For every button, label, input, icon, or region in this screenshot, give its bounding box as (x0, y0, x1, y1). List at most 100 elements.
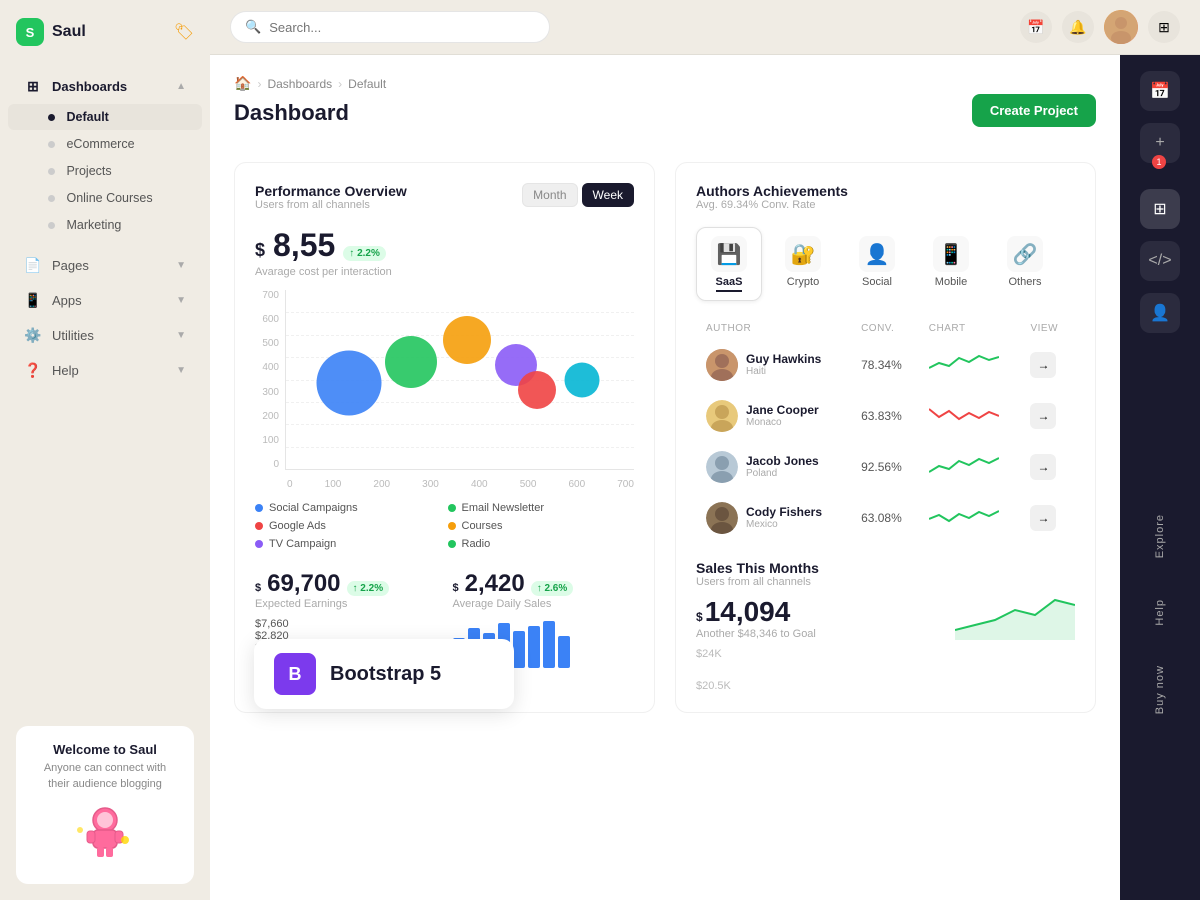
social-icon: 👤 (859, 236, 895, 272)
sidebar-item-label-pages: Pages (52, 258, 89, 273)
welcome-card: Welcome to Saul Anyone can connect with … (16, 726, 194, 884)
topbar-notification-icon[interactable]: 🔔 (1062, 11, 1094, 43)
table-row: Jane Cooper Monaco 63.83% (698, 391, 1073, 440)
bubble-radio (564, 362, 599, 397)
sidebar-item-dashboards[interactable]: ⊞ Dashboards ▲ (8, 69, 202, 103)
page-header-row: 🏠 › Dashboards › Default Dashboard Creat… (234, 75, 1096, 146)
chart-area (285, 290, 634, 470)
pages-icon: 📄 (24, 256, 42, 274)
sidebar-subitem-default[interactable]: Default (8, 104, 202, 130)
sales-chart (955, 560, 1075, 640)
table-row: Guy Hawkins Haiti 78.34% (698, 340, 1073, 389)
authors-achievements-card: Authors Achievements Avg. 69.34% Conv. R… (675, 162, 1096, 713)
chevron-down-help-icon: ▼ (176, 365, 186, 376)
author-name: Guy Hawkins (746, 352, 821, 366)
daily-sales-badge: ↑ 2.6% (531, 581, 574, 596)
legend-courses: Courses (448, 520, 635, 532)
chart-x-labels: 0 100 200 300 400 500 600 700 (287, 479, 634, 490)
view-button-guy[interactable]: → (1030, 352, 1056, 378)
nav-dot-courses (48, 195, 55, 202)
astronaut-illustration (65, 800, 145, 860)
apps-icon: 📱 (24, 291, 42, 309)
authors-table: AUTHOR CONV. CHART VIEW (696, 317, 1075, 544)
legend-google: Google Ads (255, 520, 442, 532)
earnings-label: Expected Earnings (255, 598, 437, 610)
author-tab-social[interactable]: 👤 Social (844, 227, 910, 301)
app-name: Saul (52, 23, 86, 41)
rp-calendar-icon[interactable]: 📅 (1140, 71, 1180, 111)
others-icon: 🔗 (1007, 236, 1043, 272)
sidebar-subitem-projects[interactable]: Projects (8, 158, 202, 184)
view-button-jane[interactable]: → (1030, 403, 1056, 429)
performance-title: Performance Overview (255, 183, 407, 199)
bootstrap-label: Bootstrap 5 (330, 663, 441, 686)
author-tab-mobile[interactable]: 📱 Mobile (918, 227, 984, 301)
crypto-icon: 🔐 (785, 236, 821, 272)
rp-code-icon[interactable]: </> (1140, 241, 1180, 281)
breadcrumb-dashboards[interactable]: Dashboards (267, 77, 332, 91)
sidebar-item-help[interactable]: ❓ Help ▼ (8, 353, 202, 387)
rp-label-help[interactable]: Help (1154, 591, 1166, 634)
legend-dot-tv (255, 540, 263, 548)
sales-section: Sales This Months Users from all channel… (696, 560, 1075, 692)
rp-grid-icon[interactable]: ⊞ (1140, 189, 1180, 229)
rp-label-buynow[interactable]: Buy now (1154, 657, 1166, 722)
sidebar-subitem-ecommerce[interactable]: eCommerce (8, 131, 202, 157)
avatar-cody (706, 502, 738, 534)
topbar-calendar-icon[interactable]: 📅 (1020, 11, 1052, 43)
create-project-button[interactable]: Create Project (972, 94, 1096, 127)
topbar-grid-icon[interactable]: ⊞ (1148, 11, 1180, 43)
user-avatar[interactable] (1104, 10, 1138, 44)
authors-subtitle: Avg. 69.34% Conv. Rate (696, 199, 848, 211)
sparkline-cody (929, 501, 999, 531)
sidebar-arrow-icon[interactable]: 🏷 (174, 22, 194, 42)
search-icon: 🔍 (245, 19, 261, 35)
col-conv: CONV. (853, 319, 919, 338)
bootstrap-card: B Bootstrap 5 (254, 639, 514, 709)
content-grid: Performance Overview Users from all chan… (234, 162, 1096, 713)
legend-radio: Radio (448, 538, 635, 550)
sidebar-subitem-online-courses[interactable]: Online Courses (8, 185, 202, 211)
view-button-jacob[interactable]: → (1030, 454, 1056, 480)
author-tab-saas[interactable]: 💾 SaaS (696, 227, 762, 301)
author-tab-crypto[interactable]: 🔐 Crypto (770, 227, 836, 301)
view-button-cody[interactable]: → (1030, 505, 1056, 531)
daily-sales-label: Average Daily Sales (453, 598, 635, 610)
dashboards-icon: ⊞ (24, 77, 42, 95)
legend-email: Email Newsletter (448, 502, 635, 514)
tab-month[interactable]: Month (522, 183, 577, 207)
earnings-badge: ↑ 2.2% (347, 581, 390, 596)
sidebar-logo[interactable]: S Saul (16, 18, 86, 46)
chevron-up-icon: ▲ (176, 81, 186, 92)
author-name: Cody Fishers (746, 505, 822, 519)
content-inner: 🏠 › Dashboards › Default Dashboard Creat… (210, 55, 1120, 900)
rp-user-icon[interactable]: 👤 (1140, 293, 1180, 333)
tab-week[interactable]: Week (582, 183, 634, 207)
bootstrap-icon: B (274, 653, 316, 695)
author-cell: Jane Cooper Monaco (706, 400, 843, 432)
rp-label-explore[interactable]: Explore (1154, 506, 1166, 566)
performance-header-left: Performance Overview Users from all chan… (255, 183, 407, 223)
conv-value: 78.34% (853, 340, 919, 389)
search-box[interactable]: 🔍 (230, 11, 550, 43)
authors-table-body: Guy Hawkins Haiti 78.34% (698, 340, 1073, 542)
social-label: Social (862, 276, 892, 288)
sidebar-subitem-marketing[interactable]: Marketing (8, 212, 202, 238)
chevron-down-pages-icon: ▼ (176, 260, 186, 271)
author-name: Jane Cooper (746, 403, 819, 417)
authors-title: Authors Achievements (696, 183, 848, 199)
logo-icon: S (16, 18, 44, 46)
page-header-left: 🏠 › Dashboards › Default Dashboard (234, 75, 386, 146)
sidebar-item-apps[interactable]: 📱 Apps ▼ (8, 283, 202, 317)
author-tab-others[interactable]: 🔗 Others (992, 227, 1058, 301)
sales-big-number: 14,094 (705, 596, 791, 628)
author-country: Haiti (746, 366, 821, 377)
search-input[interactable] (269, 20, 535, 35)
bubble-courses (518, 371, 556, 409)
sidebar-header: S Saul 🏷 (0, 0, 210, 64)
help-icon: ❓ (24, 361, 42, 379)
sidebar-item-utilities[interactable]: ⚙️ Utilities ▼ (8, 318, 202, 352)
breadcrumb-home-icon[interactable]: 🏠 (234, 75, 251, 92)
nav-dot-ecommerce (48, 141, 55, 148)
sidebar-item-pages[interactable]: 📄 Pages ▼ (8, 248, 202, 282)
